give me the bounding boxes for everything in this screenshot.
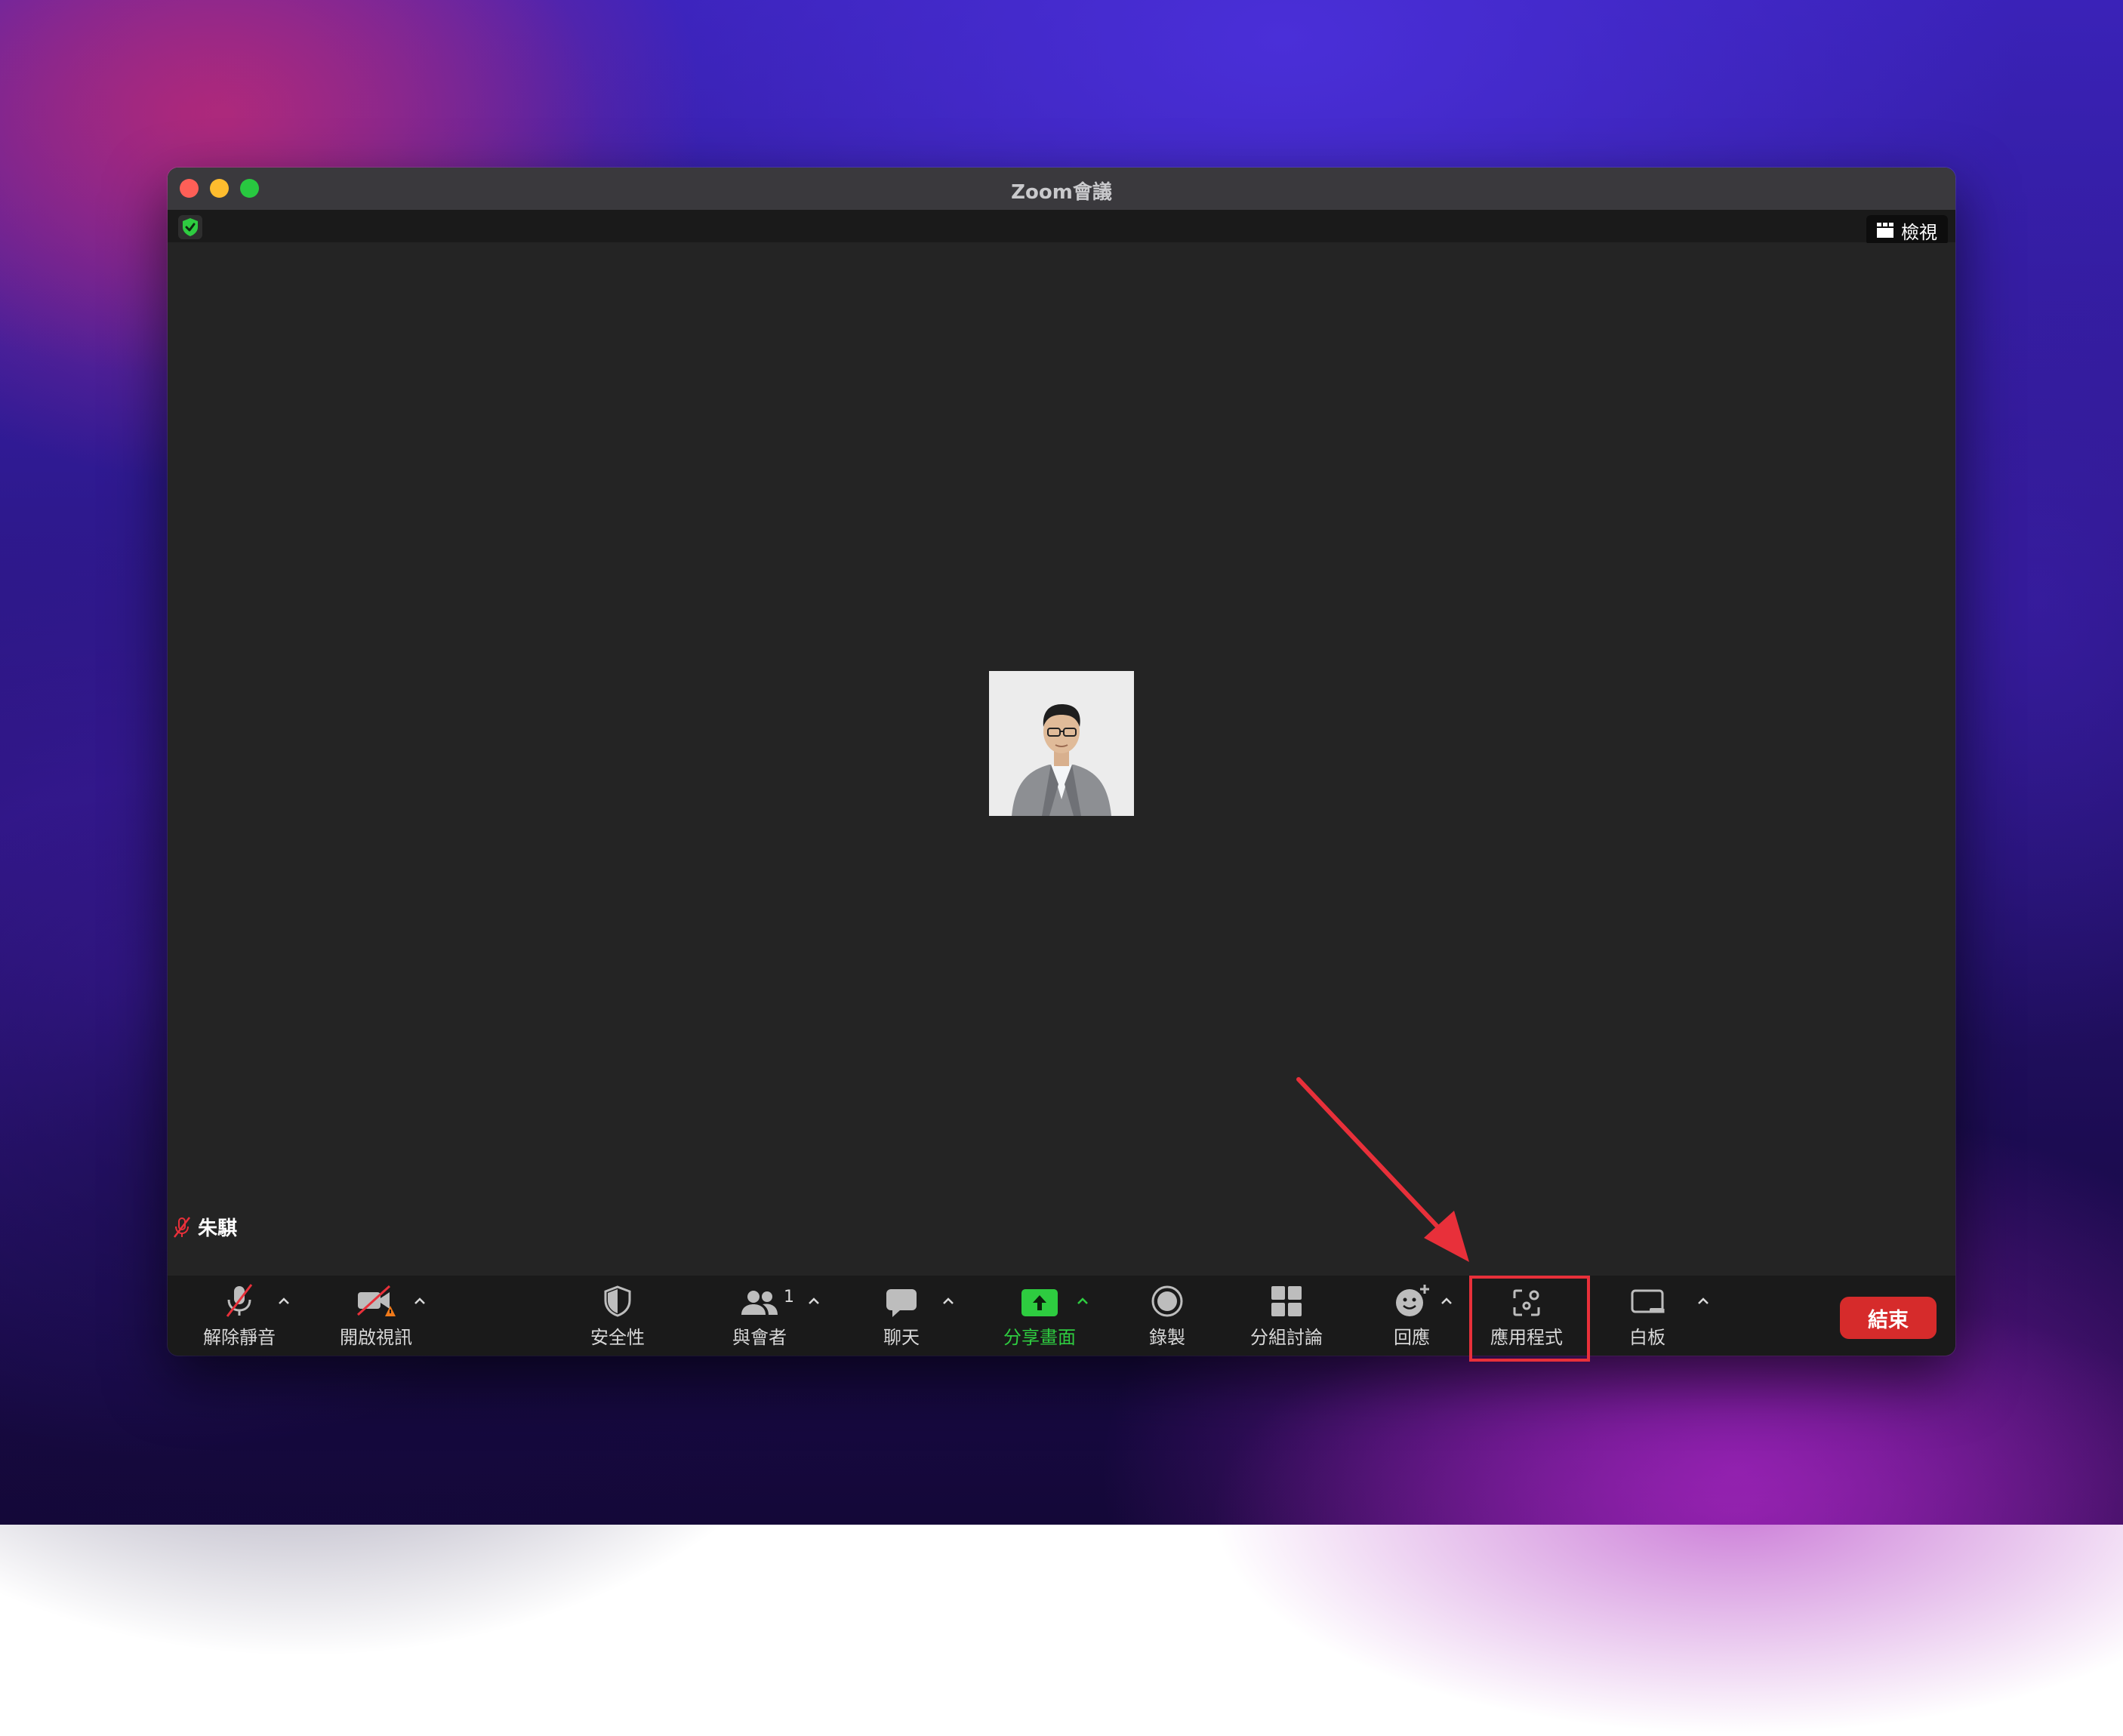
whiteboard-options-caret[interactable]	[1697, 1291, 1709, 1310]
breakout-rooms-button[interactable]: 分組討論	[1240, 1282, 1333, 1351]
record-icon	[1151, 1285, 1183, 1317]
record-button[interactable]: 錄製	[1131, 1282, 1203, 1351]
chat-label: 聊天	[883, 1327, 920, 1348]
caret-up-icon	[414, 1297, 425, 1304]
participant-name: 朱騏	[198, 1217, 238, 1240]
reactions-button[interactable]: 回應	[1376, 1282, 1448, 1351]
unmute-button[interactable]: 解除靜音	[198, 1282, 281, 1351]
start-video-button[interactable]: 開啟視訊	[332, 1282, 420, 1351]
share-options-caret[interactable]	[1077, 1291, 1089, 1310]
audio-options-caret[interactable]	[278, 1291, 290, 1310]
caret-up-icon	[1077, 1297, 1088, 1304]
security-shield-icon	[604, 1285, 631, 1317]
annotation-highlight-box	[1469, 1276, 1590, 1362]
participants-count: 1	[784, 1288, 794, 1307]
participant-avatar	[989, 671, 1134, 816]
zoom-meeting-window: Zoom會議 檢視 朱騏 解除靜音 開啟視訊 安全性 1 與會者 聊天 分享畫面…	[168, 168, 1955, 1356]
grid-view-icon	[1877, 223, 1893, 238]
video-options-caret[interactable]	[414, 1291, 426, 1310]
breakout-rooms-icon	[1271, 1286, 1302, 1316]
participants-button[interactable]: 1 與會者	[723, 1282, 796, 1351]
start-video-label: 開啟視訊	[340, 1327, 412, 1348]
caret-up-icon	[943, 1297, 954, 1304]
caret-up-icon	[1698, 1297, 1709, 1304]
reactions-icon	[1396, 1285, 1429, 1316]
security-button[interactable]: 安全性	[581, 1282, 654, 1351]
reactions-options-caret[interactable]	[1440, 1291, 1453, 1310]
participant-photo	[989, 671, 1134, 816]
shield-check-icon	[183, 218, 198, 236]
security-label: 安全性	[590, 1327, 645, 1348]
view-label: 檢視	[1901, 221, 1937, 243]
record-label: 錄製	[1149, 1327, 1185, 1348]
meeting-toolbar: 解除靜音 開啟視訊 安全性 1 與會者 聊天 分享畫面 錄製 分組討論 回應 應…	[168, 1276, 1955, 1356]
share-screen-icon	[1021, 1289, 1058, 1316]
share-screen-label: 分享畫面	[1003, 1327, 1076, 1348]
title-bar: Zoom會議	[168, 168, 1955, 211]
whiteboard-button[interactable]: 白板	[1611, 1282, 1684, 1351]
meeting-security-badge[interactable]	[178, 215, 202, 239]
chat-options-caret[interactable]	[942, 1291, 954, 1310]
share-screen-button[interactable]: 分享畫面	[991, 1282, 1089, 1351]
video-off-icon	[356, 1285, 396, 1316]
whiteboard-label: 白板	[1629, 1327, 1665, 1348]
meeting-info-bar: 檢視	[168, 211, 1955, 245]
caret-up-icon	[1441, 1297, 1452, 1304]
reactions-label: 回應	[1394, 1327, 1430, 1348]
window-title: Zoom會議	[1011, 181, 1112, 204]
participants-options-caret[interactable]	[808, 1291, 820, 1310]
caret-up-icon	[279, 1297, 289, 1304]
participant-name-tag: 朱騏	[172, 1213, 237, 1241]
view-button[interactable]: 檢視	[1866, 215, 1948, 245]
chat-button[interactable]: 聊天	[865, 1282, 938, 1351]
caret-up-icon	[809, 1297, 819, 1304]
participants-label: 與會者	[732, 1327, 787, 1348]
unmute-label: 解除靜音	[203, 1327, 276, 1348]
breakout-rooms-label: 分組討論	[1250, 1327, 1323, 1348]
mic-muted-icon	[174, 1216, 190, 1238]
chat-bubble-icon	[886, 1289, 917, 1317]
end-meeting-button[interactable]: 結束	[1840, 1297, 1937, 1339]
participants-icon	[741, 1291, 778, 1315]
mic-muted-icon	[226, 1284, 253, 1317]
whiteboard-icon	[1631, 1289, 1665, 1313]
